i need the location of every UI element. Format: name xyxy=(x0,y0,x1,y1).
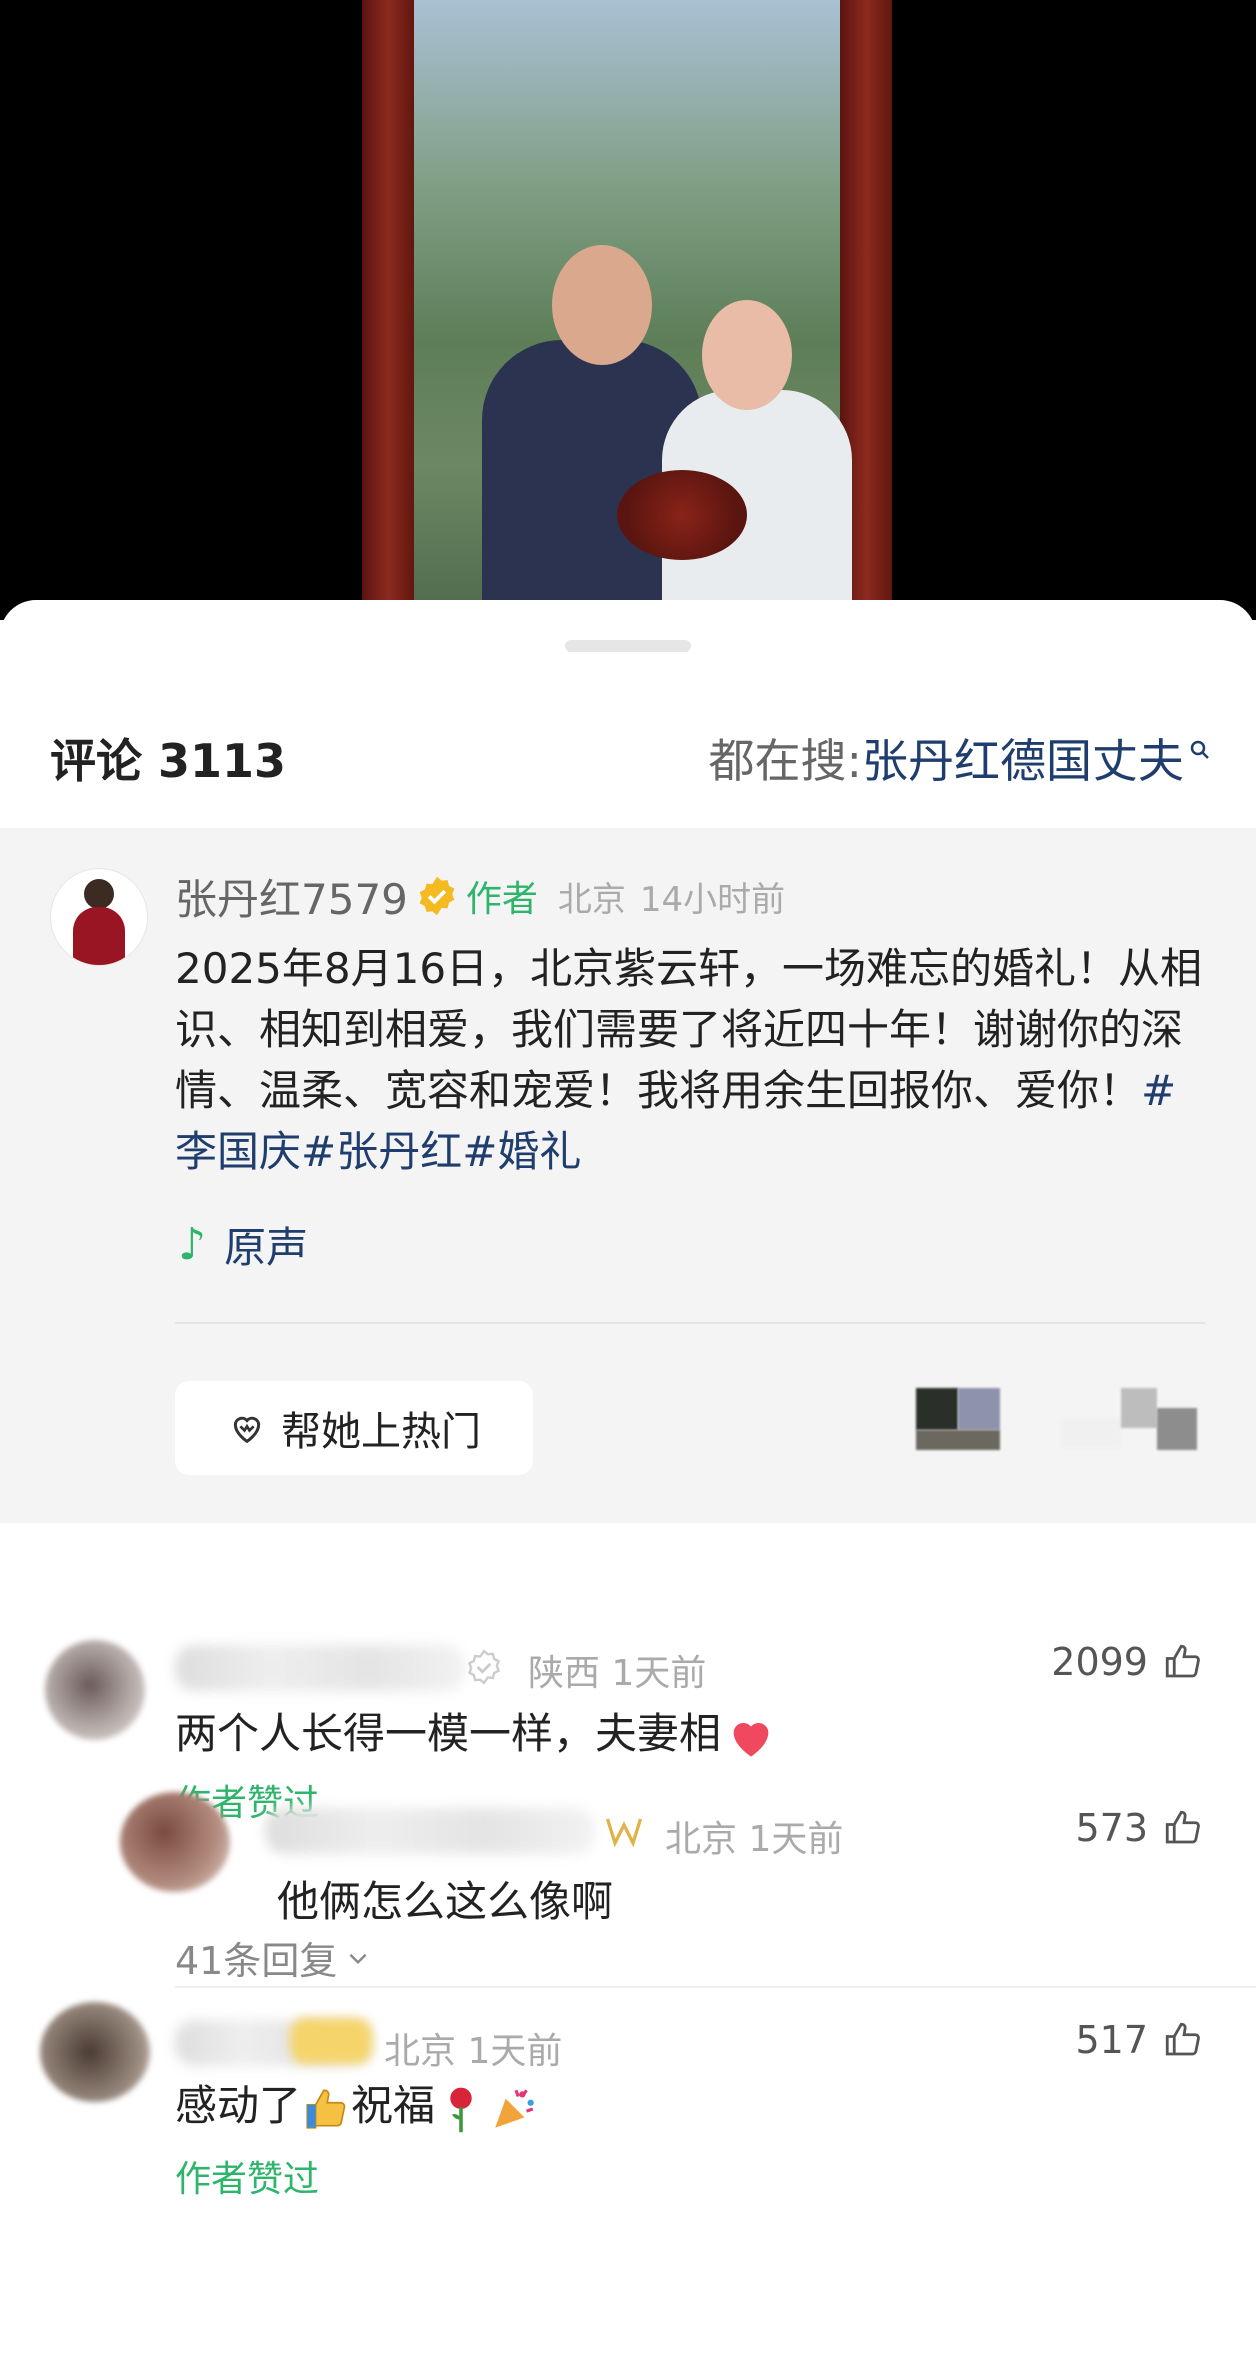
location: 北京 xyxy=(557,879,626,920)
drag-handle[interactable] xyxy=(565,640,691,652)
thumbs-up-icon xyxy=(1165,2022,1200,2056)
divider xyxy=(175,1986,1256,1988)
timestamp: 14小时前 xyxy=(639,879,786,920)
red-pillar-left xyxy=(362,0,414,620)
like-button[interactable]: 517 xyxy=(1075,2018,1204,2062)
comment-body-part1: 感动了 xyxy=(175,2081,302,2130)
music-note-icon: ♪ xyxy=(178,1219,207,1270)
comment-body: 两个人长得一模一样，夫妻相 xyxy=(175,1709,722,1758)
groom-head xyxy=(552,245,652,365)
comment-text: 感动了 祝福 xyxy=(175,2072,539,2134)
trending-search[interactable]: 都在搜: 张丹红德国丈夫 xyxy=(709,725,1213,791)
heart-emoji-icon xyxy=(733,1722,769,1756)
pinned-text: 2025年8月16日，北京紫云轩，一场难忘的婚礼！从相识、相知到相爱，我们需要了… xyxy=(175,938,1215,1182)
party-popper-emoji-icon xyxy=(495,2088,534,2128)
rose-emoji-icon xyxy=(450,2087,472,2132)
trending-search-label: 都在搜: xyxy=(708,734,863,788)
like-button[interactable]: 2099 xyxy=(1051,1640,1204,1684)
reply-text: 他俩怎么这么像啊 xyxy=(277,1877,614,1926)
verified-badge-icon xyxy=(467,1649,501,1685)
like-button[interactable]: 573 xyxy=(1075,1806,1204,1850)
avatar[interactable] xyxy=(50,868,148,966)
expand-replies-button[interactable]: 41条回复 xyxy=(175,1930,371,1985)
pinned-header: 张丹红7579 作者 北京 14小时前 xyxy=(175,868,785,924)
verified-badge-icon xyxy=(419,876,455,916)
bouquet xyxy=(617,470,747,560)
video-area[interactable] xyxy=(0,0,1256,620)
original-sound[interactable]: ♪ 原声 xyxy=(178,1214,308,1275)
thumbs-up-icon xyxy=(1165,1644,1200,1678)
search-icon xyxy=(1190,740,1209,759)
pinned-body: 2025年8月16日，北京紫云轩，一场难忘的婚礼！从相识、相知到相爱，我们需要了… xyxy=(175,944,1203,1115)
username[interactable]: 张丹红7579 xyxy=(175,866,408,927)
gold-badge-icon xyxy=(605,1818,643,1848)
blurred-avatars xyxy=(916,1388,1256,1468)
like-count: 2099 xyxy=(1051,1640,1148,1684)
comment-body-part2: 祝福 xyxy=(351,2081,436,2130)
heart-boost-icon xyxy=(233,1416,261,1444)
author-tag: 作者 xyxy=(465,879,538,920)
avatar[interactable] xyxy=(40,2002,150,2102)
wedding-photo xyxy=(362,0,892,620)
thumbs-up-icon xyxy=(1165,1810,1200,1844)
comment-count-title: 评论 3113 xyxy=(50,734,287,788)
boost-label: 帮她上热门 xyxy=(281,1409,481,1455)
trending-search-keyword[interactable]: 张丹红德国丈夫 xyxy=(862,725,1184,791)
comment-text: 两个人长得一模一样，夫妻相 xyxy=(175,1700,777,1763)
pinned-author-comment: 张丹红7579 作者 北京 14小时前 2025年8月16日，北京紫云轩，一场难… xyxy=(0,828,1256,1523)
comment-meta: 北京 1天前 xyxy=(384,2031,563,2072)
like-count: 517 xyxy=(1075,2018,1148,2062)
comment-sheet: 评论 3113 都在搜: 张丹红德国丈夫 张丹红7579 作者 北京 14小时前… xyxy=(0,600,1256,2372)
original-sound-label: 原声 xyxy=(224,1223,309,1272)
chevron-down-icon xyxy=(349,1953,367,1964)
reply-meta: 北京 1天前 xyxy=(665,1819,844,1860)
author-liked-label: 作者赞过 xyxy=(175,2159,320,2200)
bride-head xyxy=(702,300,792,410)
replies-count-label: 41条回复 xyxy=(175,1939,338,1983)
like-count: 573 xyxy=(1075,1806,1148,1850)
divider xyxy=(175,1322,1205,1324)
blurred-badge xyxy=(290,2018,372,2064)
thumbs-up-emoji-icon xyxy=(306,2088,346,2129)
comment-meta: 陕西 1天前 xyxy=(528,1653,707,1694)
avatar[interactable] xyxy=(45,1640,145,1740)
avatar[interactable] xyxy=(120,1792,230,1892)
blurred-username[interactable] xyxy=(175,1645,465,1691)
blurred-username[interactable] xyxy=(265,1808,595,1854)
boost-button[interactable]: 帮她上热门 xyxy=(175,1381,533,1475)
